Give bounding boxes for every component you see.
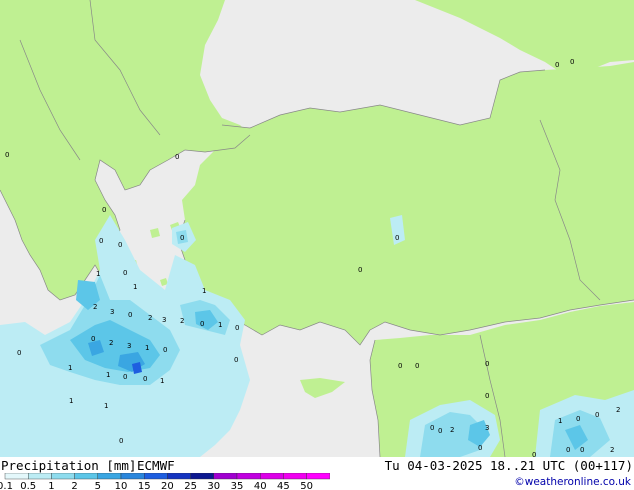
scale-label: 5	[95, 481, 101, 490]
point-value: 0	[123, 269, 127, 277]
scale-swatch	[236, 473, 261, 480]
point-value: 2	[450, 426, 454, 434]
scale-label: 0.5	[20, 481, 36, 490]
point-value: 2	[148, 314, 152, 322]
scale-swatch	[306, 473, 330, 480]
point-value: 1	[218, 321, 222, 329]
point-value: 3	[162, 316, 166, 324]
point-value: 0	[99, 237, 103, 245]
point-value: 0	[415, 362, 419, 370]
valid-time: Tu 04-03-2025 18..21 UTC (00+117)	[384, 458, 633, 473]
scale-label: 10	[115, 481, 128, 490]
point-value: 1	[133, 283, 137, 291]
scale-swatch	[97, 473, 122, 480]
product-title: Precipitation [mm]	[1, 458, 137, 473]
scale-label: 0.1	[0, 481, 13, 490]
scale-label: 30	[207, 481, 220, 490]
scale-swatch	[190, 473, 215, 480]
point-value: 0	[200, 320, 204, 328]
scale-label: 20	[161, 481, 174, 490]
point-value: 0	[175, 153, 179, 161]
point-value: 0	[17, 349, 21, 357]
point-value: 0	[119, 437, 123, 445]
color-scale-legend: 0.1 0.5 1 2 5 10 15 20 25 30 35 40 45 50	[0, 473, 330, 490]
point-value: 0	[485, 360, 489, 368]
point-value: 0	[358, 266, 362, 274]
point-value: 0	[478, 444, 482, 452]
point-value: 0	[430, 424, 434, 432]
point-value: 1	[202, 287, 206, 295]
scale-swatch	[74, 473, 98, 480]
point-value: 0	[395, 234, 399, 242]
scale-label: 25	[184, 481, 197, 490]
point-value: 0	[595, 411, 599, 419]
point-value: 3	[110, 308, 114, 316]
scale-swatch	[143, 473, 168, 480]
point-value: 2	[610, 446, 614, 454]
color-scale-labels: 0.1 0.5 1 2 5 10 15 20 25 30 35 40 45 50	[0, 481, 313, 490]
point-value: 0	[143, 375, 147, 383]
point-value: 0	[234, 356, 238, 364]
scale-label: 50	[300, 481, 313, 490]
point-value: 0	[570, 58, 574, 66]
point-value: 3	[127, 342, 131, 350]
color-scale-boxes	[4, 473, 330, 480]
scale-label: 40	[254, 481, 267, 490]
point-value: 0	[580, 446, 584, 454]
point-value: 3	[485, 424, 489, 432]
point-value: 1	[69, 397, 73, 405]
map-footer: Precipitation [mm] ECMWF Tu 04-03-2025 1…	[0, 457, 634, 490]
point-value: 1	[106, 371, 110, 379]
scale-label: 35	[231, 481, 244, 490]
scale-swatch	[120, 473, 145, 480]
weather-map: 0000000101230232010110231010011100000000…	[0, 0, 634, 490]
point-value: 0	[180, 234, 184, 242]
point-value: 1	[68, 364, 72, 372]
point-value: 0	[128, 311, 132, 319]
scale-label: 2	[71, 481, 77, 490]
point-value: 1	[96, 270, 100, 278]
scale-swatch	[260, 473, 284, 480]
point-value: 0	[555, 61, 559, 69]
point-value: 0	[566, 446, 570, 454]
scale-swatch	[213, 473, 238, 480]
point-value: 0	[438, 427, 442, 435]
point-value: 2	[93, 303, 97, 311]
point-value: 0	[163, 346, 167, 354]
point-value: 0	[235, 324, 239, 332]
point-value: 2	[109, 339, 113, 347]
scale-label: 45	[277, 481, 290, 490]
scale-swatch	[167, 473, 191, 480]
point-value: 0	[485, 392, 489, 400]
scale-swatch	[28, 473, 52, 480]
scale-label: 1	[48, 481, 54, 490]
point-value: 1	[104, 402, 108, 410]
point-value: 1	[558, 417, 562, 425]
point-value: 0	[5, 151, 9, 159]
point-value: 0	[91, 335, 95, 343]
scale-swatch	[283, 473, 307, 480]
point-value: 0	[576, 415, 580, 423]
point-value: 1	[145, 344, 149, 352]
point-value: 2	[180, 317, 184, 325]
scale-label: 15	[138, 481, 151, 490]
precipitation-map: 0 00 000 01 0123 0 2 3 2 0 1 0110 2 3 1 01 0 0 1110000 000 0…	[0, 0, 634, 457]
scale-swatch	[51, 473, 75, 480]
model-name: ECMWF	[137, 458, 175, 473]
point-value: 2	[616, 406, 620, 414]
point-value: 1	[160, 377, 164, 385]
point-value: 0	[102, 206, 106, 214]
point-value: 0	[118, 241, 122, 249]
credit-text: ©weatheronline.co.uk	[514, 476, 631, 488]
point-value: 0	[123, 373, 127, 381]
scale-swatch	[4, 473, 29, 480]
point-value: 0	[398, 362, 402, 370]
